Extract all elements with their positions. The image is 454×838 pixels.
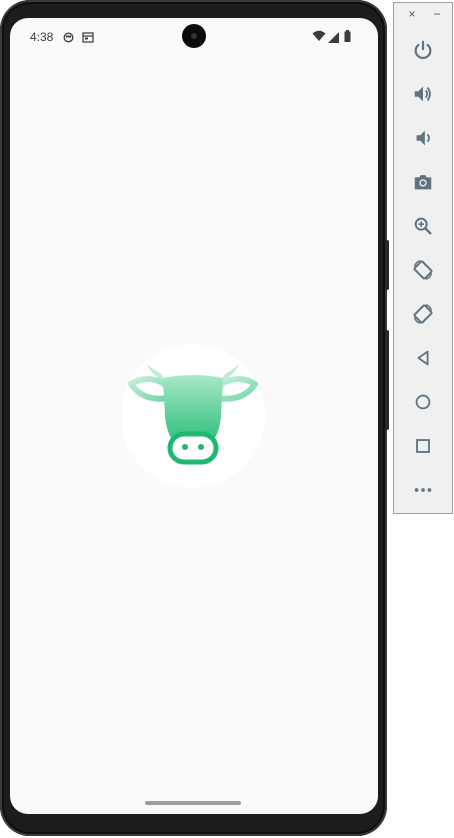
screenshot-button[interactable]: [408, 167, 438, 197]
power-button[interactable]: [408, 35, 438, 65]
status-bar: 4:38: [10, 18, 378, 56]
emulator-toolbar: × −: [393, 2, 453, 514]
camera-icon: [414, 175, 432, 190]
more-button[interactable]: [408, 475, 438, 505]
volume-down-button[interactable]: [408, 123, 438, 153]
overview-button[interactable]: [408, 431, 438, 461]
notification-icon: [63, 30, 74, 48]
calendar-icon: [82, 30, 94, 48]
power-icon: [414, 40, 432, 60]
back-button[interactable]: [408, 343, 438, 373]
minimize-button[interactable]: −: [429, 7, 445, 21]
overview-square-icon: [416, 439, 430, 453]
toolbar-window-controls: × −: [394, 7, 452, 25]
wifi-icon: [312, 29, 326, 47]
app-logo-badge: [121, 344, 265, 488]
battery-icon: [344, 29, 351, 47]
phone-frame: 4:38: [0, 0, 389, 836]
more-dots-icon: [414, 488, 432, 492]
volume-down-icon: [416, 130, 430, 146]
rotate-right-button[interactable]: [408, 299, 438, 329]
power-side-button: [385, 240, 389, 290]
home-circle-icon: [415, 394, 431, 410]
status-time: 4:38: [30, 30, 54, 44]
back-triangle-icon: [417, 350, 429, 366]
home-button[interactable]: [408, 387, 438, 417]
rotate-left-button[interactable]: [408, 255, 438, 285]
device-screen: 4:38: [10, 18, 378, 814]
cow-head-icon: [128, 364, 258, 465]
zoom-icon: [414, 217, 432, 235]
rotate-left-icon: [413, 260, 433, 280]
volume-up-icon: [414, 86, 431, 102]
rotate-right-icon: [413, 304, 433, 324]
close-button[interactable]: ×: [404, 7, 420, 21]
signal-icon: [328, 30, 339, 48]
volume-up-button[interactable]: [408, 79, 438, 109]
zoom-button[interactable]: [408, 211, 438, 241]
gesture-home-bar[interactable]: [145, 801, 241, 805]
volume-side-button: [385, 330, 389, 430]
front-camera: [182, 24, 206, 48]
